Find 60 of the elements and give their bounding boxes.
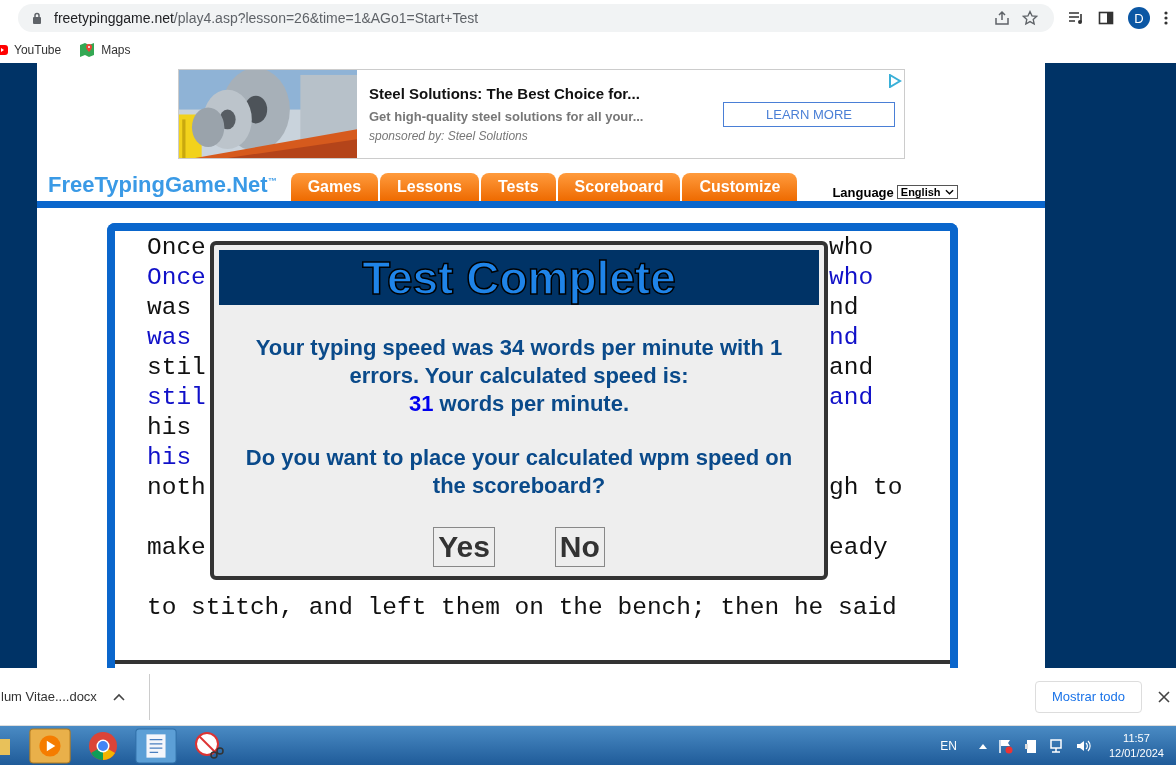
bookmark-link[interactable]: YouTube bbox=[14, 42, 62, 57]
map-pin-icon bbox=[79, 41, 96, 58]
ad-description: Get high-quality steel solutions for all your... bbox=[369, 109, 645, 124]
dropdown-caret-icon bbox=[944, 189, 954, 195]
ad-banner[interactable]: Steel Solutions: The Best Choice for... Get high-quality steel solutions for all your... sponsored by: Steel Solutions LEARN MORE bbox=[178, 69, 905, 159]
answer-button[interactable]: No bbox=[554, 527, 605, 567]
side-panel-icon[interactable] bbox=[1098, 10, 1114, 26]
lock-icon bbox=[32, 12, 42, 24]
profile-avatar[interactable]: D bbox=[1128, 7, 1150, 29]
answer-button[interactable]: Yes bbox=[433, 527, 495, 567]
battery-icon[interactable] bbox=[1022, 738, 1039, 754]
scoreboard-question: Do you want to place your calculated wpm speed on the scoreboard? bbox=[244, 444, 794, 500]
passage-text: Once bbox=[147, 233, 206, 263]
browser-icon[interactable] bbox=[88, 731, 118, 761]
chevron-up-icon[interactable] bbox=[112, 692, 125, 701]
share-icon[interactable] bbox=[994, 10, 1010, 26]
ad-headline: Steel Solutions: The Best Choice for... bbox=[369, 85, 641, 102]
show-all-button[interactable]: Mostrar todo bbox=[1035, 680, 1142, 713]
address-bar[interactable]: freetypinggame.net/play4.asp?lesson=26&time=1&AGo1=Start+Test bbox=[18, 4, 1054, 32]
clock-time[interactable]: 11:57 bbox=[1123, 731, 1150, 746]
passage-text: was bbox=[147, 323, 192, 353]
media-icon[interactable] bbox=[1068, 10, 1084, 26]
passage-text: to stitch, and left them on the bench; then he said bbox=[147, 593, 897, 623]
tray-arrow-icon[interactable] bbox=[978, 743, 987, 749]
network-icon[interactable] bbox=[1048, 738, 1065, 754]
passage-text: stil bbox=[147, 353, 206, 383]
passage-text: who bbox=[829, 233, 875, 263]
passage-text: was bbox=[147, 293, 192, 323]
passage-text: noth bbox=[147, 473, 206, 503]
ad-sponsor: sponsored by: Steel Solutions bbox=[369, 129, 529, 143]
url-text: freetypinggame.net/play4.asp?lesson=26&time=1&AGo1=Start+Test bbox=[54, 10, 480, 26]
close-icon[interactable] bbox=[1158, 690, 1170, 703]
passage-text: who bbox=[829, 263, 875, 293]
language-select[interactable]: English bbox=[896, 185, 958, 199]
passage-text: stil bbox=[147, 383, 206, 413]
passage-text: his bbox=[147, 443, 192, 473]
site-logo[interactable]: FreeTypingGame.Net$^{™}$ bbox=[48, 171, 277, 198]
clock-date[interactable]: 12/01/2024 bbox=[1108, 746, 1164, 761]
passage-text: nd bbox=[829, 293, 860, 323]
volume-icon[interactable] bbox=[1074, 738, 1091, 754]
bookmark-link[interactable]: Maps bbox=[101, 42, 131, 57]
language-label: Language bbox=[832, 185, 894, 200]
language-indicator[interactable]: EN bbox=[940, 739, 957, 753]
flag-icon[interactable] bbox=[996, 738, 1013, 754]
passage-text: eady bbox=[829, 533, 889, 563]
passage-text: nd bbox=[829, 323, 860, 353]
scissors-icon[interactable] bbox=[194, 731, 224, 761]
passage-text: his bbox=[147, 413, 192, 443]
passage-text: make bbox=[147, 533, 206, 563]
star-icon[interactable] bbox=[1022, 10, 1038, 26]
result-message: Your typing speed was 34 words per minute with 1 errors. Your calculated speed is: bbox=[254, 334, 784, 390]
passage-text: gh to bbox=[829, 473, 904, 503]
dialog-title: Test Complete bbox=[362, 250, 676, 305]
passage-text: and bbox=[829, 353, 875, 383]
menu-icon[interactable] bbox=[1164, 10, 1168, 26]
learn-more-button[interactable]: LEARN MORE bbox=[723, 101, 895, 127]
calculated-speed: 31 words per minute. bbox=[407, 390, 631, 418]
download-file-name[interactable]: lum Vitae....docx bbox=[1, 689, 97, 704]
passage-text: and bbox=[829, 383, 875, 413]
passage-text: Once bbox=[147, 263, 206, 293]
